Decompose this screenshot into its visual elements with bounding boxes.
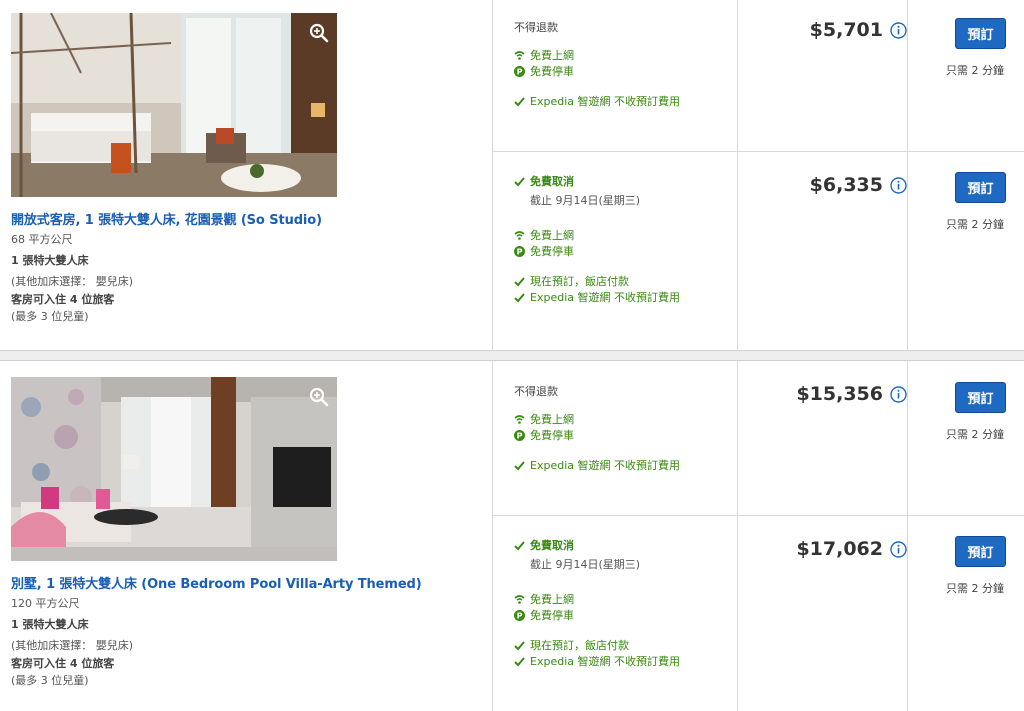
- checkmark-icon: [514, 176, 525, 187]
- feature-label: 現在預訂，飯店付款: [530, 275, 629, 288]
- no-booking-fee: Expedia 智遊網 不收預訂費用: [514, 93, 680, 109]
- amenity-parking: P 免費停車: [514, 63, 574, 79]
- amenity-label: 免費停車: [530, 429, 574, 442]
- amenity-parking: P 免費停車: [514, 243, 574, 259]
- booking-time-hint: 只需 2 分鐘: [946, 428, 1004, 441]
- feature-label: 現在預訂，飯店付款: [530, 639, 629, 652]
- amenity-wifi: 免費上網: [514, 591, 574, 607]
- info-icon[interactable]: [890, 541, 907, 558]
- amenity-parking: P 免費停車: [514, 607, 574, 623]
- book-button[interactable]: 預訂: [955, 382, 1006, 413]
- amenity-label: 免費上網: [530, 593, 574, 606]
- amenity-label: 免費上網: [530, 49, 574, 62]
- amenity-label: 免費停車: [530, 245, 574, 258]
- cancellation-deadline: 截止 9月14日(星期三): [530, 558, 641, 571]
- info-icon[interactable]: [890, 22, 907, 39]
- parking-icon: P: [514, 609, 525, 621]
- rate-price: $15,356: [796, 383, 883, 405]
- room-separator: [0, 350, 1024, 361]
- book-button[interactable]: 預訂: [955, 172, 1006, 203]
- magnifier-icon[interactable]: [307, 385, 331, 409]
- booking-time-hint: 只需 2 分鐘: [946, 218, 1004, 231]
- bed-type: 1 張特大雙人床: [11, 254, 89, 267]
- rate-option: 不得退款 免費上網 P 免費停車 Expedia 智遊網 不收預訂費用 $5,7…: [493, 0, 1024, 151]
- no-booking-fee: Expedia 智遊網 不收預訂費用: [514, 653, 680, 669]
- feature-label: Expedia 智遊網 不收預訂費用: [530, 95, 680, 108]
- rate-option: 不得退款 免費上網 P 免費停車 Expedia 智遊網 不收預訂費用 $15,…: [493, 361, 1024, 515]
- checkmark-icon: [514, 96, 525, 107]
- rate-price: $17,062: [796, 538, 883, 560]
- svg-text:P: P: [517, 611, 523, 620]
- amenity-label: 免費停車: [530, 65, 574, 78]
- booking-time-hint: 只需 2 分鐘: [946, 582, 1004, 595]
- checkmark-icon: [514, 276, 525, 287]
- svg-text:P: P: [517, 431, 523, 440]
- free-cancellation: 免費取消: [514, 537, 574, 553]
- room-info: 開放式客房, 1 張特大雙人床, 花園景觀 (So Studio) 68 平方公…: [0, 0, 492, 350]
- extra-bed-options: (其他加床選擇： 嬰兒床): [11, 275, 134, 288]
- refund-policy: 不得退款: [514, 21, 558, 34]
- room-card: 別墅, 1 張特大雙人床 (One Bedroom Pool Villa-Art…: [0, 361, 1024, 711]
- free-cancellation: 免費取消: [514, 173, 574, 189]
- svg-text:P: P: [517, 67, 523, 76]
- max-occupancy: 客房可入住 4 位旅客: [11, 293, 115, 306]
- pay-at-hotel: 現在預訂，飯店付款: [514, 273, 629, 289]
- booking-time-hint: 只需 2 分鐘: [946, 64, 1004, 77]
- rate-option: 免費取消 截止 9月14日(星期三) 免費上網 P 免費停車 現在預訂，飯店付款…: [493, 152, 1024, 350]
- no-booking-fee: Expedia 智遊網 不收預訂費用: [514, 289, 680, 305]
- room-name-link[interactable]: 開放式客房, 1 張特大雙人床, 花園景觀 (So Studio): [11, 209, 322, 228]
- room-size: 68 平方公尺: [11, 233, 73, 246]
- max-children: (最多 3 位兒童): [11, 310, 89, 323]
- info-icon[interactable]: [890, 386, 907, 403]
- checkmark-icon: [514, 640, 525, 651]
- checkmark-icon: [514, 540, 525, 551]
- rate-price: $6,335: [809, 174, 883, 196]
- bed-type: 1 張特大雙人床: [11, 618, 89, 631]
- parking-icon: P: [514, 65, 525, 77]
- amenity-label: 免費上網: [530, 413, 574, 426]
- refund-policy: 免費取消: [530, 175, 574, 188]
- feature-label: Expedia 智遊網 不收預訂費用: [530, 291, 680, 304]
- wifi-icon: [514, 414, 525, 425]
- refund-policy: 不得退款: [514, 385, 558, 398]
- svg-text:P: P: [517, 247, 523, 256]
- amenity-wifi: 免費上網: [514, 227, 574, 243]
- book-button[interactable]: 預訂: [955, 536, 1006, 567]
- wifi-icon: [514, 50, 525, 61]
- parking-icon: P: [514, 429, 525, 441]
- no-booking-fee: Expedia 智遊網 不收預訂費用: [514, 457, 680, 473]
- checkmark-icon: [514, 292, 525, 303]
- cancellation-deadline: 截止 9月14日(星期三): [530, 194, 641, 207]
- rate-option: 免費取消 截止 9月14日(星期三) 免費上網 P 免費停車 現在預訂，飯店付款…: [493, 516, 1024, 711]
- amenity-label: 免費停車: [530, 609, 574, 622]
- checkmark-icon: [514, 460, 525, 471]
- amenity-label: 免費上網: [530, 229, 574, 242]
- pay-at-hotel: 現在預訂，飯店付款: [514, 637, 629, 653]
- room-photo[interactable]: [11, 377, 337, 561]
- refund-policy: 免費取消: [530, 539, 574, 552]
- wifi-icon: [514, 230, 525, 241]
- max-children: (最多 3 位兒童): [11, 674, 89, 687]
- amenity-wifi: 免費上網: [514, 47, 574, 63]
- extra-bed-options: (其他加床選擇： 嬰兒床): [11, 639, 134, 652]
- magnifier-icon[interactable]: [307, 21, 331, 45]
- amenity-wifi: 免費上網: [514, 411, 574, 427]
- amenity-parking: P 免費停車: [514, 427, 574, 443]
- room-size: 120 平方公尺: [11, 597, 80, 610]
- book-button[interactable]: 預訂: [955, 18, 1006, 49]
- room-photo[interactable]: [11, 13, 337, 197]
- parking-icon: P: [514, 245, 525, 257]
- room-info: 別墅, 1 張特大雙人床 (One Bedroom Pool Villa-Art…: [0, 361, 492, 711]
- info-icon[interactable]: [890, 177, 907, 194]
- room-name-link[interactable]: 別墅, 1 張特大雙人床 (One Bedroom Pool Villa-Art…: [11, 573, 422, 592]
- checkmark-icon: [514, 656, 525, 667]
- max-occupancy: 客房可入住 4 位旅客: [11, 657, 115, 670]
- wifi-icon: [514, 594, 525, 605]
- feature-label: Expedia 智遊網 不收預訂費用: [530, 459, 680, 472]
- feature-label: Expedia 智遊網 不收預訂費用: [530, 655, 680, 668]
- rate-price: $5,701: [809, 19, 883, 41]
- room-card: 開放式客房, 1 張特大雙人床, 花園景觀 (So Studio) 68 平方公…: [0, 0, 1024, 350]
